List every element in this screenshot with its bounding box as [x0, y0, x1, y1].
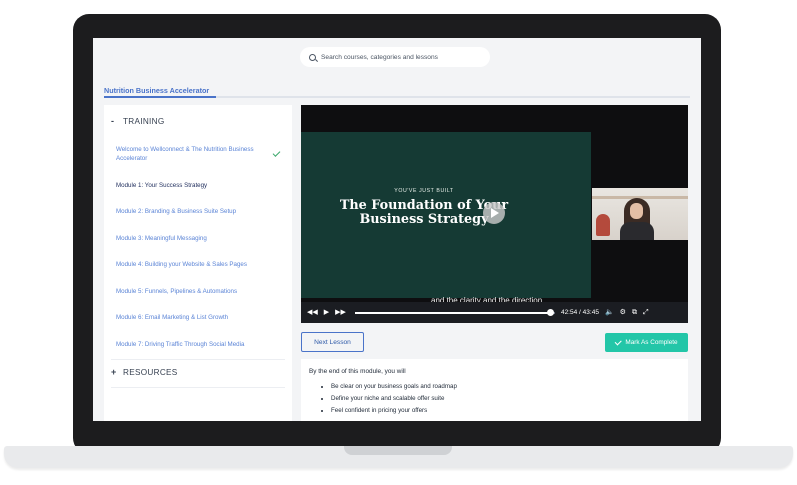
mark-complete-label: Mark As Complete	[625, 339, 678, 346]
description-intro: By the end of this module, you will	[309, 368, 406, 375]
video-controls: ◀◀ ▶ ▶▶ 42:54 / 43:45 🔈 ⚙ ⧉ ⤢	[301, 302, 688, 323]
lesson-description: By the end of this module, you will Be c…	[301, 359, 688, 421]
popout-icon[interactable]: ⧉	[632, 309, 637, 316]
laptop-notch	[344, 446, 452, 455]
slide-kicker: YOU'VE JUST BUILT	[394, 188, 454, 194]
lesson-item-module-4[interactable]: Module 4: Building your Website & Sales …	[116, 260, 266, 269]
check-icon	[615, 338, 622, 345]
slide-title-line-2: Business Strategy	[359, 212, 489, 227]
lesson-item-welcome[interactable]: Welcome to Wellconnect & The Nutrition B…	[116, 145, 266, 163]
divider	[111, 359, 285, 360]
settings-gear-icon[interactable]: ⚙	[620, 309, 626, 316]
lesson-item-module-7[interactable]: Module 7: Driving Traffic Through Social…	[116, 340, 266, 349]
list-item: Define your niche and scalable offer sui…	[331, 393, 680, 405]
lesson-sidebar: - TRAINING Welcome to Wellconnect & The …	[104, 105, 292, 421]
top-bar: Search courses, categories and lessons	[93, 38, 701, 75]
collapse-icon: -	[111, 116, 115, 126]
duration: 43:45	[582, 309, 599, 316]
fast-forward-icon[interactable]: ▶▶	[335, 309, 346, 316]
current-time: 42:54	[560, 309, 578, 316]
section-training-label: TRAINING	[123, 116, 165, 126]
progress-bar[interactable]	[354, 309, 555, 316]
lesson-item-module-6[interactable]: Module 6: Email Marketing & List Growth	[116, 313, 266, 322]
webcam-presenter-face	[630, 203, 643, 219]
section-resources[interactable]: + RESOURCES	[111, 367, 178, 377]
search-bar[interactable]: Search courses, categories and lessons	[300, 47, 490, 67]
webcam-presenter-body	[620, 222, 654, 240]
slide-title-line-1: The Foundation of Your	[339, 198, 509, 213]
play-icon[interactable]: ▶	[324, 309, 329, 316]
slide-top-band	[301, 105, 591, 132]
lesson-item-module-2[interactable]: Module 2: Branding & Business Suite Setu…	[116, 207, 266, 216]
video-slide: YOU'VE JUST BUILT The Foundation of Your…	[301, 132, 591, 298]
volume-icon[interactable]: 🔈	[605, 309, 614, 316]
search-input[interactable]: Search courses, categories and lessons	[321, 54, 438, 61]
lesson-item-module-3[interactable]: Module 3: Meaningful Messaging	[116, 234, 266, 243]
progress-knob[interactable]	[547, 309, 555, 316]
next-lesson-button[interactable]: Next Lesson	[301, 332, 364, 352]
video-player[interactable]: YOU'VE JUST BUILT The Foundation of Your…	[301, 105, 688, 323]
webcam-inset	[592, 188, 688, 240]
mark-complete-button[interactable]: Mark As Complete	[605, 333, 688, 352]
tab-underline	[104, 96, 690, 98]
screen: Search courses, categories and lessons N…	[93, 38, 701, 421]
time-readout: 42:54 / 43:45	[561, 309, 599, 316]
progress-fill	[354, 311, 551, 314]
slide-title: The Foundation of Your Business Strategy	[301, 199, 547, 227]
lesson-item-module-5[interactable]: Module 5: Funnels, Pipelines & Automatio…	[116, 287, 266, 296]
play-overlay-button[interactable]	[483, 202, 505, 224]
search-icon	[309, 53, 316, 61]
webcam-plant	[596, 214, 610, 236]
expand-icon: +	[111, 367, 117, 377]
divider	[111, 387, 285, 388]
section-resources-label: RESOURCES	[123, 367, 178, 377]
lesson-item-module-1[interactable]: Module 1: Your Success Strategy	[116, 181, 266, 190]
time-separator: /	[579, 309, 581, 316]
rewind-icon[interactable]: ◀◀	[307, 309, 318, 316]
fullscreen-icon[interactable]: ⤢	[643, 309, 649, 316]
completed-check-icon	[272, 149, 281, 157]
description-list: Be clear on your business goals and road…	[309, 381, 680, 416]
section-training[interactable]: - TRAINING	[111, 116, 165, 126]
list-item: Feel confident in pricing your offers	[331, 405, 680, 417]
list-item: Be clear on your business goals and road…	[331, 381, 680, 393]
course-title-tab[interactable]: Nutrition Business Accelerator	[104, 86, 209, 95]
